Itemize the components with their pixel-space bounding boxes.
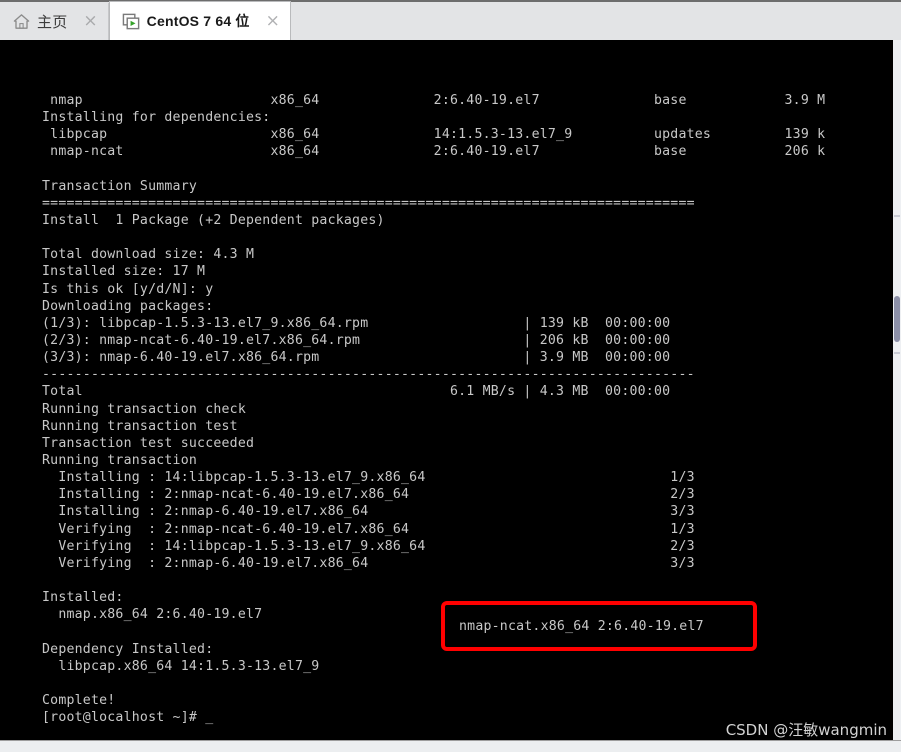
- close-icon[interactable]: ×: [83, 13, 97, 30]
- virtual-machine-icon: [122, 12, 141, 31]
- highlight-annotation-text: nmap-ncat.x86_64 2:6.40-19.el7: [459, 619, 704, 634]
- terminal-line: Installing : 2:nmap-ncat-6.40-19.el7.x86…: [42, 487, 695, 503]
- terminal-line: (2/3): nmap-ncat-6.40-19.el7.x86_64.rpm …: [42, 332, 671, 348]
- tab-home[interactable]: 主页 ×: [0, 3, 109, 40]
- scrollbar-tick-top: [894, 215, 900, 217]
- terminal-line: (1/3): libpcap-1.5.3-13.el7_9.x86_64.rpm…: [42, 315, 671, 331]
- terminal-line: Total 6.1 MB/s | 4.3 MB 00:00:00: [42, 384, 671, 400]
- terminal-line: Installed:: [42, 590, 124, 606]
- terminal-line: Is this ok [y/d/N]: y: [42, 281, 214, 297]
- tab-centos7[interactable]: CentOS 7 64 位 ×: [108, 1, 291, 40]
- terminal-line: Verifying : 2:nmap-ncat-6.40-19.el7.x86_…: [42, 521, 695, 537]
- terminal-line: Transaction Summary: [42, 178, 198, 194]
- terminal-line: Installed size: 17 M: [42, 264, 206, 280]
- terminal-line: ----------------------------------------…: [42, 367, 695, 383]
- terminal-line: Verifying : 14:libpcap-1.5.3-13.el7_9.x8…: [42, 538, 695, 554]
- terminal-line: nmap x86_64 2:6.40-19.el7 base 3.9 M: [42, 93, 826, 108]
- vertical-scrollbar-track[interactable]: [893, 40, 901, 740]
- terminal-line: libpcap x86_64 14:1.5.3-13.el7_9 updates…: [42, 127, 826, 143]
- terminal-line: Running transaction test: [42, 418, 238, 434]
- application-window: 主页 × CentOS 7 64 位 × nmap x86_64 2:6.40-…: [0, 0, 901, 752]
- watermark: CSDN @汪敏wangmin: [725, 721, 887, 739]
- terminal-line: Downloading packages:: [42, 298, 214, 314]
- terminal-line: Running transaction: [42, 452, 198, 468]
- terminal-line: (3/3): nmap-6.40-19.el7.x86_64.rpm | 3.9…: [42, 350, 671, 366]
- terminal-line: Total download size: 4.3 M: [42, 247, 255, 263]
- terminal-line: Dependency Installed:: [42, 641, 214, 657]
- terminal-line: nmap-ncat x86_64 2:6.40-19.el7 base 206 …: [42, 144, 826, 160]
- terminal-line: ========================================…: [42, 195, 695, 211]
- scrollbar-tick-bottom: [894, 352, 900, 354]
- vertical-scrollbar-thumb[interactable]: [894, 296, 900, 342]
- terminal-screen[interactable]: nmap x86_64 2:6.40-19.el7 base 3.9 M Inst…: [0, 40, 893, 740]
- terminal-line: Verifying : 2:nmap-6.40-19.el7.x86_64 3/…: [42, 555, 695, 571]
- terminal-line: Complete!: [42, 692, 116, 708]
- window-bottom-strip: [0, 740, 901, 752]
- home-icon: [12, 12, 31, 31]
- tab-bar: 主页 × CentOS 7 64 位 ×: [0, 0, 901, 40]
- terminal-line: Transaction test succeeded: [42, 435, 255, 451]
- terminal-line: libpcap.x86_64 14:1.5.3-13.el7_9: [42, 658, 320, 674]
- tab-home-label: 主页: [37, 14, 68, 31]
- tab-centos7-label: CentOS 7 64 位: [146, 13, 250, 29]
- close-icon[interactable]: ×: [266, 12, 280, 30]
- terminal-line: Install 1 Package (+2 Dependent packages…: [42, 212, 385, 228]
- terminal-line: Running transaction check: [42, 401, 246, 417]
- terminal-line: Installing for dependencies:: [42, 110, 271, 126]
- terminal-line: Installing : 14:libpcap-1.5.3-13.el7_9.x…: [42, 470, 695, 486]
- terminal-line: Installing : 2:nmap-6.40-19.el7.x86_64 3…: [42, 504, 695, 520]
